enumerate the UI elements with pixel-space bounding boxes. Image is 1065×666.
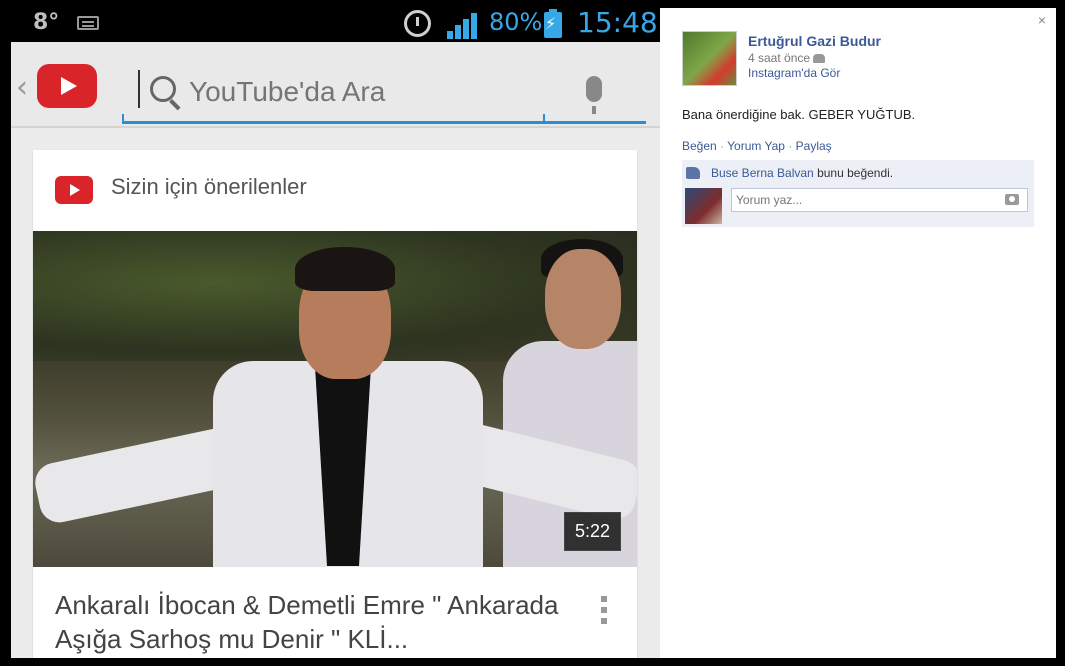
feedback-box: Buse Berna Balvan bunu beğendi. [682, 160, 1034, 227]
chevron-left-icon: ‹ [16, 70, 28, 105]
close-icon[interactable]: × [1038, 12, 1046, 28]
youtube-app-bar: ‹ [11, 42, 660, 128]
signal-icon [447, 11, 481, 39]
author-avatar[interactable] [682, 31, 737, 86]
alarm-icon [404, 10, 431, 37]
recommendation-card: Sizin için önerilenler 5:22 Ankaralı İbo… [33, 150, 637, 658]
author-name-link[interactable]: Ertuğrul Gazi Budur [748, 33, 881, 49]
status-bar: 8° 80% 15:48 [11, 8, 660, 42]
card-header: Sizin için önerilenler [33, 150, 637, 230]
search-input [189, 76, 569, 108]
share-link[interactable]: Paylaş [796, 139, 832, 153]
lightbox-frame: 8° 80% 15:48 ‹ Sizin iç [0, 0, 1065, 666]
like-link[interactable]: Beğen [682, 139, 717, 153]
facebook-post-panel: × Ertuğrul Gazi Budur 4 saat önce Instag… [660, 8, 1056, 658]
battery-percent: 80% [489, 8, 543, 36]
likes-suffix: bunu beğendi. [813, 166, 894, 180]
search-underline [122, 114, 646, 124]
post-actions: Beğen · Yorum Yap · Paylaş [682, 139, 832, 153]
keyboard-icon [77, 16, 99, 30]
section-title: Sizin için önerilenler [111, 174, 307, 199]
liker-name-link[interactable]: Buse Berna Balvan [711, 166, 814, 180]
youtube-logo-icon [37, 64, 97, 108]
clock-time: 15:48 [577, 8, 658, 39]
action-separator: · [716, 139, 728, 153]
search-icon [150, 76, 176, 102]
post-time-text[interactable]: 4 saat önce [748, 51, 810, 65]
microphone-icon [586, 76, 602, 114]
recommended-icon [50, 171, 93, 204]
likes-summary: Buse Berna Balvan bunu beğendi. [711, 166, 893, 180]
camera-icon[interactable] [1005, 194, 1019, 205]
video-title: Ankaralı İbocan & Demetli Emre " Ankarad… [55, 590, 559, 654]
video-duration: 5:22 [563, 512, 621, 551]
comment-input[interactable] [731, 188, 1028, 212]
thumbs-up-icon [686, 167, 700, 179]
battery-charging-icon [544, 9, 562, 38]
comment-link[interactable]: Yorum Yap [727, 139, 785, 153]
commenter-avatar [685, 188, 722, 224]
post-timestamp: 4 saat önce [748, 51, 826, 65]
action-separator: · [784, 139, 796, 153]
video-thumbnail: 5:22 [33, 231, 637, 567]
instagram-link[interactable]: Instagram'da Gör [748, 66, 840, 80]
text-cursor [138, 70, 140, 108]
friends-privacy-icon[interactable] [813, 54, 826, 63]
temperature-text: 8° [33, 10, 60, 35]
post-text: Bana önerdiğine bak. GEBER YUĞTUB. [682, 107, 916, 122]
photo-viewer: 8° 80% 15:48 ‹ Sizin iç [11, 8, 660, 658]
more-vert-icon [601, 596, 609, 626]
